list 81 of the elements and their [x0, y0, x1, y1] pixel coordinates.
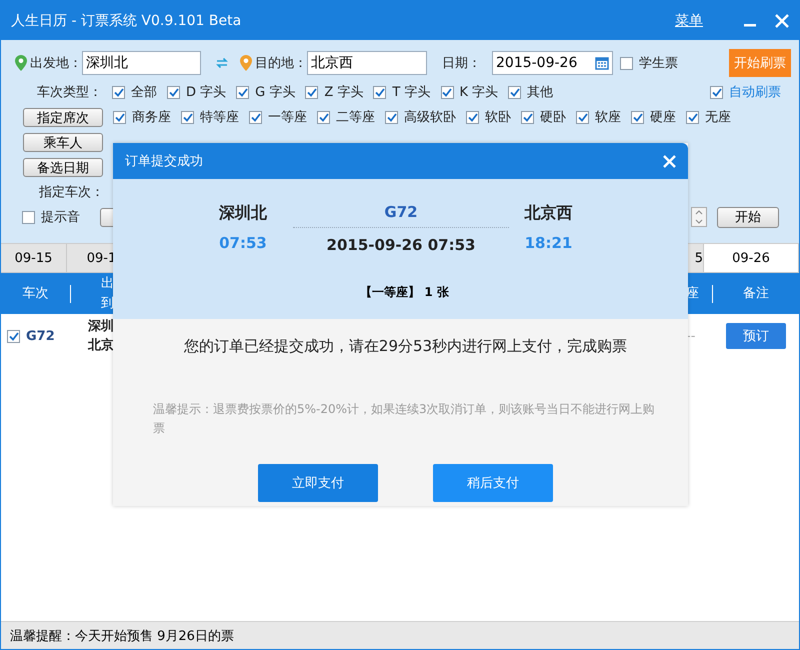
departure-datetime: 2015-09-26 07:53	[326, 236, 476, 254]
location-pin-icon	[15, 55, 27, 71]
location-pin-icon	[240, 55, 252, 71]
option-label: 无座	[705, 109, 731, 126]
checkbox[interactable]	[167, 86, 180, 98]
checkbox[interactable]	[576, 110, 589, 124]
option-label: Z 字头	[324, 84, 364, 101]
checkbox[interactable]	[466, 110, 479, 124]
option-label: 其他	[527, 84, 554, 101]
close-icon[interactable]	[775, 14, 789, 28]
option-label: K 字头	[460, 84, 498, 101]
success-message: 您的订单已经提交成功，请在29分53秒内进行网上支付，完成购票	[184, 337, 628, 356]
station-name: 北京西	[524, 203, 572, 224]
option-label: 硬卧	[540, 109, 566, 126]
field-label: 出发地：	[30, 55, 82, 72]
checkbox[interactable]	[249, 110, 262, 124]
option-label: 提示音	[41, 209, 80, 226]
column-header: 备注	[742, 284, 770, 302]
train-number-label: 指定车次：	[39, 184, 104, 201]
column-header: 座	[686, 284, 700, 302]
menu-link[interactable]: 菜单	[675, 12, 703, 30]
column-header: 车次	[22, 284, 50, 302]
option-label: D 字头	[186, 84, 226, 101]
checkbox[interactable]	[7, 330, 20, 342]
option-label: 二等座	[336, 109, 375, 126]
checkbox[interactable]	[373, 86, 386, 98]
checkbox[interactable]	[317, 110, 330, 124]
train-number: G72	[384, 203, 418, 221]
checkbox[interactable]	[113, 110, 126, 124]
checkbox[interactable]	[385, 110, 398, 124]
seat-select-button[interactable]: 指定席次	[23, 108, 103, 126]
arrival-time: 18:21	[524, 234, 572, 252]
window-title: 人生日历 - 订票系统 V0.9.101 Beta	[11, 12, 242, 30]
close-icon[interactable]	[663, 154, 676, 168]
checkbox[interactable]	[521, 110, 534, 124]
option-label: 学生票	[639, 55, 678, 72]
checkbox[interactable]	[440, 86, 454, 98]
side-button[interactable]: 乘车人	[23, 132, 103, 152]
destination-field[interactable]: 北京西	[307, 51, 427, 75]
checkbox[interactable]	[631, 110, 644, 124]
option-label: 软卧	[485, 109, 511, 126]
station-cell-text: 深圳 北京	[86, 318, 114, 355]
train-type-label: 车次类型：	[37, 84, 102, 101]
checkbox[interactable]	[508, 86, 522, 98]
pay-button[interactable]: 立即支付	[258, 464, 378, 502]
option-label: G 字头	[255, 84, 296, 101]
option-label: 自动刷票	[729, 84, 781, 101]
checkbox[interactable]	[620, 56, 633, 70]
seat-info: 【一等座】 1 张	[360, 284, 449, 301]
train-number: G72	[26, 328, 55, 346]
origin-field[interactable]: 深圳北	[82, 51, 201, 75]
option-label: 高级软卧	[404, 109, 456, 126]
option-label: 软座	[595, 109, 621, 126]
column-header: 出 到	[100, 274, 114, 312]
option-label: 一等座	[268, 109, 307, 126]
station-name: 深圳北	[219, 203, 267, 224]
field-label: 日期：	[442, 55, 481, 72]
option-label: 商务座	[132, 109, 171, 126]
dialog-title: 订单提交成功	[125, 153, 204, 170]
option-label: 硬座	[650, 109, 676, 126]
side-button[interactable]: 备选日期	[23, 158, 103, 176]
checkbox[interactable]	[305, 86, 318, 98]
refund-hint: 温馨提示：退票费按票价的5%-20%计，如果连续3次取消订单，则该账号当日不能进行网上购票	[153, 401, 656, 437]
checkbox[interactable]	[236, 86, 250, 98]
checkbox[interactable]	[112, 86, 125, 98]
calendar-icon[interactable]	[595, 56, 609, 70]
book-button[interactable]: 预订	[726, 323, 786, 349]
option-label: 特等座	[200, 109, 239, 126]
start-button[interactable]: 开始	[717, 206, 779, 228]
date-field[interactable]: 2015-09-26	[492, 51, 613, 75]
field-label: 目的地：	[255, 55, 307, 72]
checkbox[interactable]	[686, 110, 699, 124]
checkbox[interactable]	[710, 86, 723, 98]
checkbox[interactable]	[181, 110, 194, 124]
departure-time: 07:53	[219, 234, 267, 252]
spinner-icon[interactable]	[691, 207, 707, 227]
option-label: 全部	[131, 84, 157, 101]
date-tab[interactable]: 09-26	[704, 244, 799, 272]
status-bar: 温馨提醒：今天开始预售 9月26日的票	[1, 621, 799, 649]
option-label: T 字头	[392, 84, 430, 101]
checkbox[interactable]	[22, 210, 35, 224]
